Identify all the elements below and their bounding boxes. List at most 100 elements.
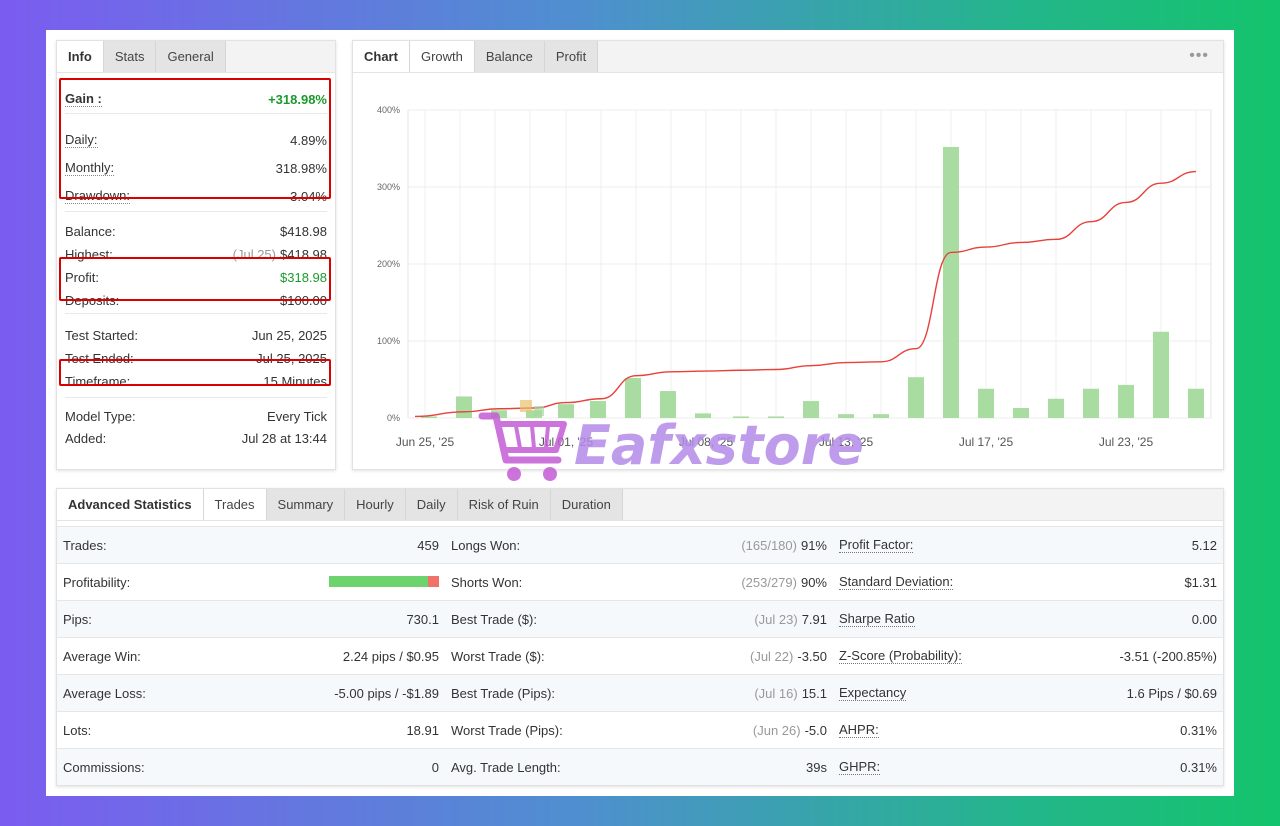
- chart-bar: [1083, 388, 1099, 418]
- stat-value-wrap: 5.12: [1192, 538, 1217, 553]
- tab-daily[interactable]: Daily: [405, 489, 458, 520]
- stat-value: 90%: [800, 574, 827, 590]
- stat-value: -5.0: [804, 722, 827, 738]
- stat-label: Trades:: [63, 537, 107, 553]
- stat-value-wrap: (Jul 23) 7.91: [754, 612, 827, 627]
- tab-general[interactable]: General: [156, 41, 226, 72]
- stat-cell: Profit Factor: 5.12: [839, 527, 1217, 563]
- tab-balance[interactable]: Balance: [474, 41, 545, 72]
- stat-value-wrap: 459: [417, 538, 439, 553]
- chart-bar: [590, 401, 606, 418]
- more-dots-icon[interactable]: •••: [1189, 47, 1209, 65]
- info-value-wrap: Jul 28 at 13:44: [242, 431, 327, 446]
- chart-bar: [491, 410, 507, 418]
- info-value: $418.98: [280, 223, 327, 239]
- stat-label: Worst Trade ($):: [451, 648, 545, 664]
- stat-hint: (253/279): [741, 574, 797, 590]
- info-label: Model Type:: [65, 408, 136, 424]
- stat-value-wrap: -5.00 pips / -$1.89: [334, 686, 439, 701]
- x-tick-label: Jul 23, '25: [1099, 435, 1154, 449]
- profitability-loss-fill: [428, 575, 439, 587]
- stat-value-wrap: 1.6 Pips / $0.69: [1127, 686, 1217, 701]
- info-value: Jun 25, 2025: [251, 327, 327, 343]
- chart-bar: [908, 377, 924, 418]
- stats-row: Average Win: 2.24 pips / $0.95 Worst Trade…: [57, 637, 1223, 674]
- highlight-box-gain: [59, 78, 331, 199]
- stat-cell: Average Loss: -5.00 pips / -$1.89: [63, 675, 439, 711]
- divider: [65, 211, 327, 212]
- chart-bar: [695, 413, 711, 418]
- stat-cell: Z-Score (Probability): -3.51 (-200.85%): [839, 638, 1217, 674]
- tab-advanced-statistics[interactable]: Advanced Statistics: [57, 489, 204, 520]
- stat-value: -3.51 (-200.85%): [1119, 648, 1217, 664]
- stat-label: Profitability:: [63, 574, 131, 590]
- stat-value-wrap: [329, 575, 439, 590]
- chart-bar: [733, 416, 749, 418]
- info-value-wrap: Jun 25, 2025: [252, 328, 327, 343]
- stat-cell: Best Trade (Pips): (Jul 16) 15.1: [451, 675, 827, 711]
- stat-cell: Trades: 459: [63, 527, 439, 563]
- stat-label: Longs Won:: [451, 537, 521, 553]
- stat-label[interactable]: Expectancy: [839, 685, 907, 701]
- stat-value: 18.91: [406, 722, 439, 738]
- stat-label[interactable]: GHPR:: [839, 759, 881, 775]
- growth-chart: 0% 100% 200% 300% 400% Jun 25, '25 Jul 01, '25…: [377, 105, 1212, 449]
- stat-value: 5.12: [1191, 537, 1217, 553]
- chart-tabs: Chart Growth Balance Profit: [353, 41, 1223, 73]
- stats-row: Trades: 459 Longs Won: (165/180) 91% Profit F…: [57, 526, 1223, 563]
- tab-profit[interactable]: Profit: [544, 41, 599, 72]
- stat-value: 0.31%: [1180, 759, 1217, 775]
- stat-value-wrap: 39s: [806, 760, 827, 775]
- stat-label: Commissions:: [63, 759, 145, 775]
- stat-cell: Longs Won: (165/180) 91%: [451, 527, 827, 563]
- stat-label[interactable]: AHPR:: [839, 722, 879, 738]
- stat-value-wrap: 0.31%: [1180, 723, 1217, 738]
- tab-risk-of-ruin[interactable]: Risk of Ruin: [457, 489, 551, 520]
- stats-tabs: Advanced Statistics Trades Summary Hourl…: [57, 489, 1223, 521]
- chart-bar: [558, 404, 574, 418]
- chart-bar: [1013, 407, 1029, 418]
- tab-duration[interactable]: Duration: [550, 489, 623, 520]
- x-tick-label: Jul 08, '25: [679, 435, 734, 449]
- stat-value-wrap: -3.51 (-200.85%): [1119, 649, 1217, 664]
- chart-bar: [768, 416, 784, 418]
- divider: [65, 313, 327, 314]
- stat-cell: Worst Trade (Pips): (Jun 26) -5.0: [451, 712, 827, 748]
- info-value-wrap: Every Tick: [267, 409, 327, 424]
- stats-row: Profitability: Shorts Won: (253/279) 90% Sta…: [57, 563, 1223, 600]
- tab-info[interactable]: Info: [57, 41, 104, 72]
- chart-bar: [1048, 398, 1064, 418]
- page-frame: Info Stats General Gain : +318.98% Daily: 4…: [46, 30, 1234, 796]
- stat-label: Shorts Won:: [451, 574, 523, 590]
- stat-cell: AHPR: 0.31%: [839, 712, 1217, 748]
- tab-chart[interactable]: Chart: [353, 41, 410, 72]
- stat-label[interactable]: Profit Factor:: [839, 537, 914, 553]
- stat-hint: (Jul 22): [750, 648, 794, 664]
- stat-label[interactable]: Z-Score (Probability):: [839, 648, 962, 664]
- stat-cell: Commissions: 0: [63, 749, 439, 785]
- tab-stats[interactable]: Stats: [103, 41, 157, 72]
- tab-summary[interactable]: Summary: [266, 489, 346, 520]
- stat-value-wrap: (Jul 22) -3.50: [750, 649, 827, 664]
- stat-value-wrap: (165/180) 91%: [741, 538, 827, 553]
- stat-cell: Sharpe Ratio 0.00: [839, 601, 1217, 637]
- stat-value: 0: [431, 759, 439, 775]
- stat-label[interactable]: Sharpe Ratio: [839, 611, 915, 627]
- tab-hourly[interactable]: Hourly: [345, 489, 406, 520]
- tab-growth[interactable]: Growth: [409, 41, 475, 72]
- tab-trades[interactable]: Trades: [203, 489, 267, 520]
- stat-label[interactable]: Standard Deviation:: [839, 574, 954, 590]
- stat-cell: Expectancy 1.6 Pips / $0.69: [839, 675, 1217, 711]
- stat-value: 15.1: [801, 685, 827, 701]
- y-tick-label: 100%: [377, 336, 400, 346]
- stats-row: Pips: 730.1 Best Trade ($): (Jul 23) 7.91 Sha…: [57, 600, 1223, 637]
- stat-value-wrap: 0.31%: [1180, 760, 1217, 775]
- info-row: Model Type: Every Tick: [65, 406, 327, 426]
- info-row: Balance: $418.98: [65, 221, 327, 241]
- stats-row: Lots: 18.91 Worst Trade (Pips): (Jun 26) -5.…: [57, 711, 1223, 748]
- y-tick-label: 200%: [377, 259, 400, 269]
- chart-bar: [803, 401, 819, 418]
- stat-value: 730.1: [406, 611, 439, 627]
- stat-cell: Best Trade ($): (Jul 23) 7.91: [451, 601, 827, 637]
- stat-value-wrap: $1.31: [1184, 575, 1217, 590]
